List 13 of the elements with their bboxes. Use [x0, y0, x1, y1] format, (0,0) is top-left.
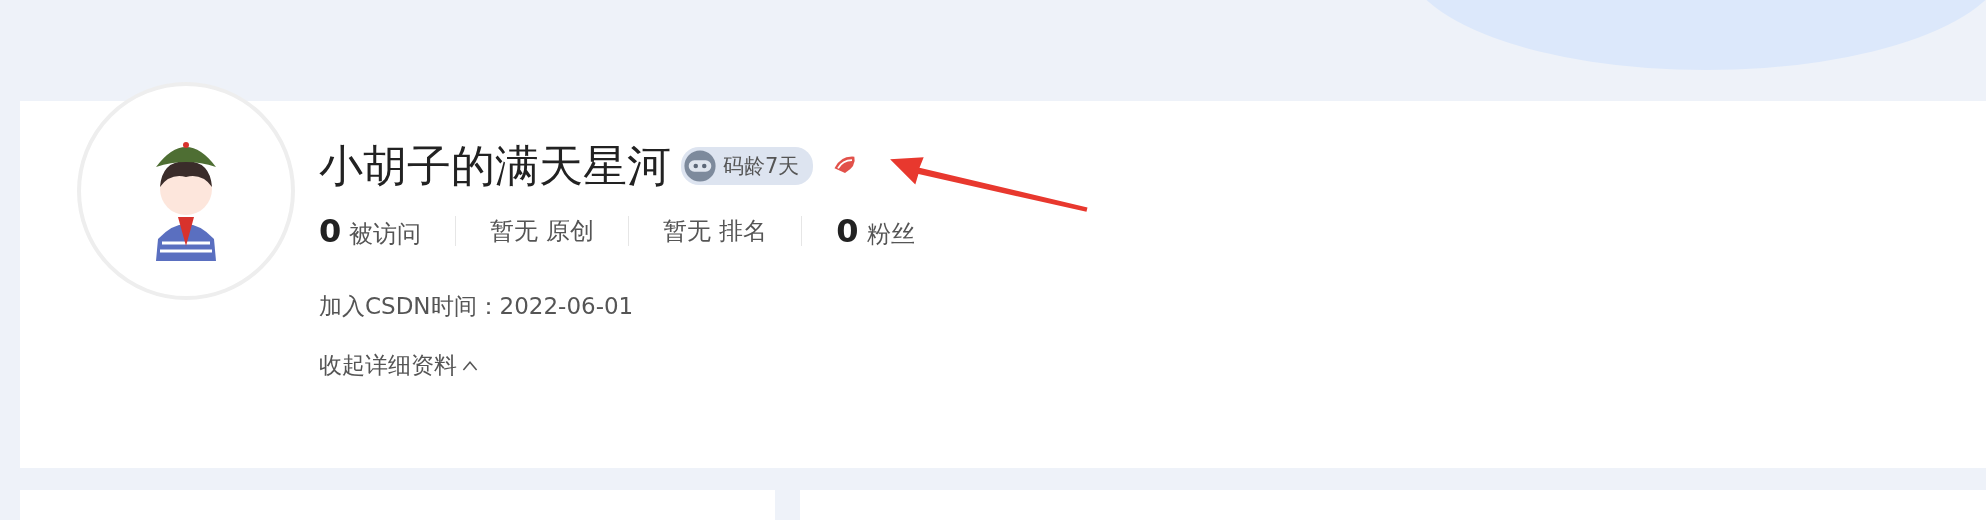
- stat-value: 0: [836, 212, 859, 250]
- badge-text: 码龄7天: [723, 153, 800, 180]
- stat-value: 暂无: [490, 216, 539, 247]
- user-name: 小胡子的满天星河: [319, 138, 671, 193]
- stat-label: 排名: [719, 216, 768, 247]
- stat-value: 0: [319, 212, 342, 250]
- stat-label: 原创: [546, 216, 595, 247]
- stat-value: 暂无: [663, 216, 712, 247]
- collapse-link[interactable]: 收起详细资料: [319, 350, 915, 381]
- join-date: 加入CSDN时间：2022-06-01: [319, 292, 635, 321]
- caret-icon: [461, 360, 479, 371]
- stat-label: 粉丝: [866, 219, 915, 250]
- stat-label: 被访问: [349, 219, 422, 250]
